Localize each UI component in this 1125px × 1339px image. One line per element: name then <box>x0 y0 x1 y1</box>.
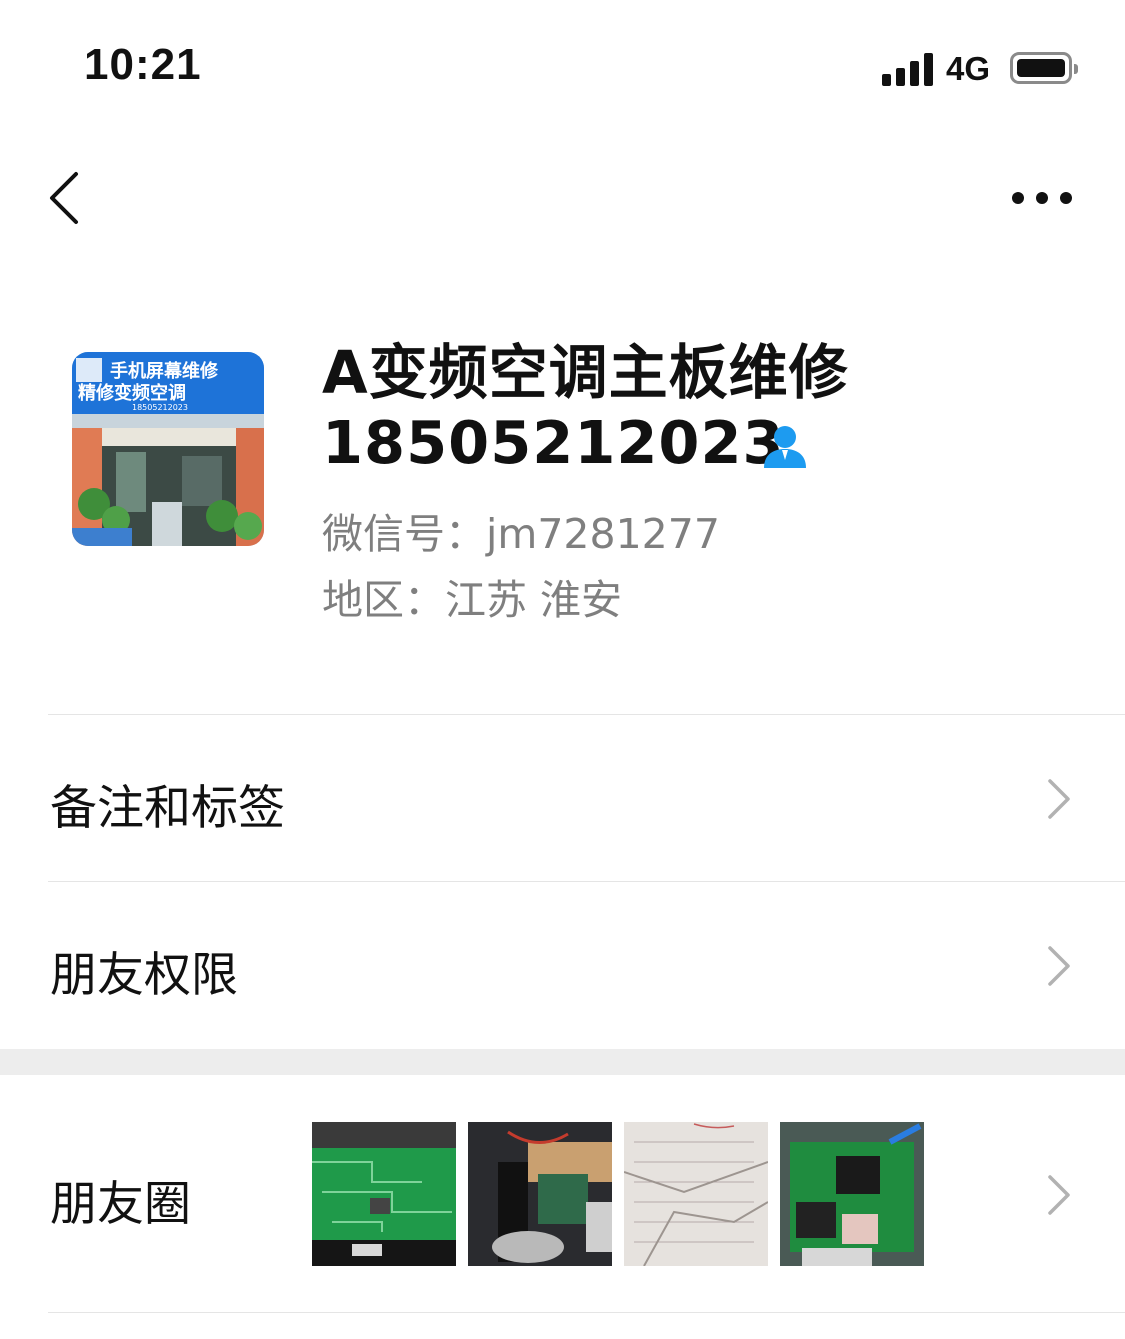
chevron-right-icon <box>1048 946 1070 986</box>
region: 地区：江苏 淮安 <box>322 576 623 624</box>
network-type: 4G <box>946 50 991 87</box>
moments-thumbnail-paper-note[interactable] <box>624 1122 768 1266</box>
section-separator <box>0 1049 1125 1075</box>
row-label: 朋友圈 <box>50 1177 191 1232</box>
chevron-right-icon <box>1048 779 1070 819</box>
ellipsis-icon <box>1012 192 1072 204</box>
avatar-sign-line2: 精修变频空调 <box>78 382 186 404</box>
row-label: 备注和标签 <box>50 781 285 836</box>
divider <box>48 1312 1125 1313</box>
avatar[interactable]: 手机屏幕维修 精修变频空调 18505212023 <box>72 352 264 546</box>
contact-person-icon <box>762 424 808 468</box>
avatar-sign-phone: 18505212023 <box>132 403 188 412</box>
profile-name: A变频空调主板维修18505212023 <box>322 338 849 477</box>
moments-thumbnail-circuit-board[interactable] <box>312 1122 456 1266</box>
battery-icon <box>1010 52 1078 84</box>
status-time: 10:21 <box>84 40 202 89</box>
status-bar: 10:21 4G <box>0 0 1125 130</box>
chevron-right-icon <box>1048 1175 1070 1215</box>
signal-strength-icon <box>882 52 934 86</box>
row-remarks-and-tags[interactable]: 备注和标签 <box>0 715 1125 881</box>
chevron-left-icon <box>50 172 78 224</box>
more-options-button[interactable] <box>1008 178 1076 218</box>
avatar-sign-line1: 手机屏幕维修 <box>110 360 219 382</box>
moments-thumbnail-power-module-board[interactable] <box>780 1122 924 1266</box>
row-label: 朋友权限 <box>50 948 238 1003</box>
wechat-id: 微信号：jm7281277 <box>322 510 720 558</box>
back-button[interactable] <box>44 168 94 228</box>
moments-thumbnail-appliance-repair[interactable] <box>468 1122 612 1266</box>
row-friend-permissions[interactable]: 朋友权限 <box>0 882 1125 1048</box>
